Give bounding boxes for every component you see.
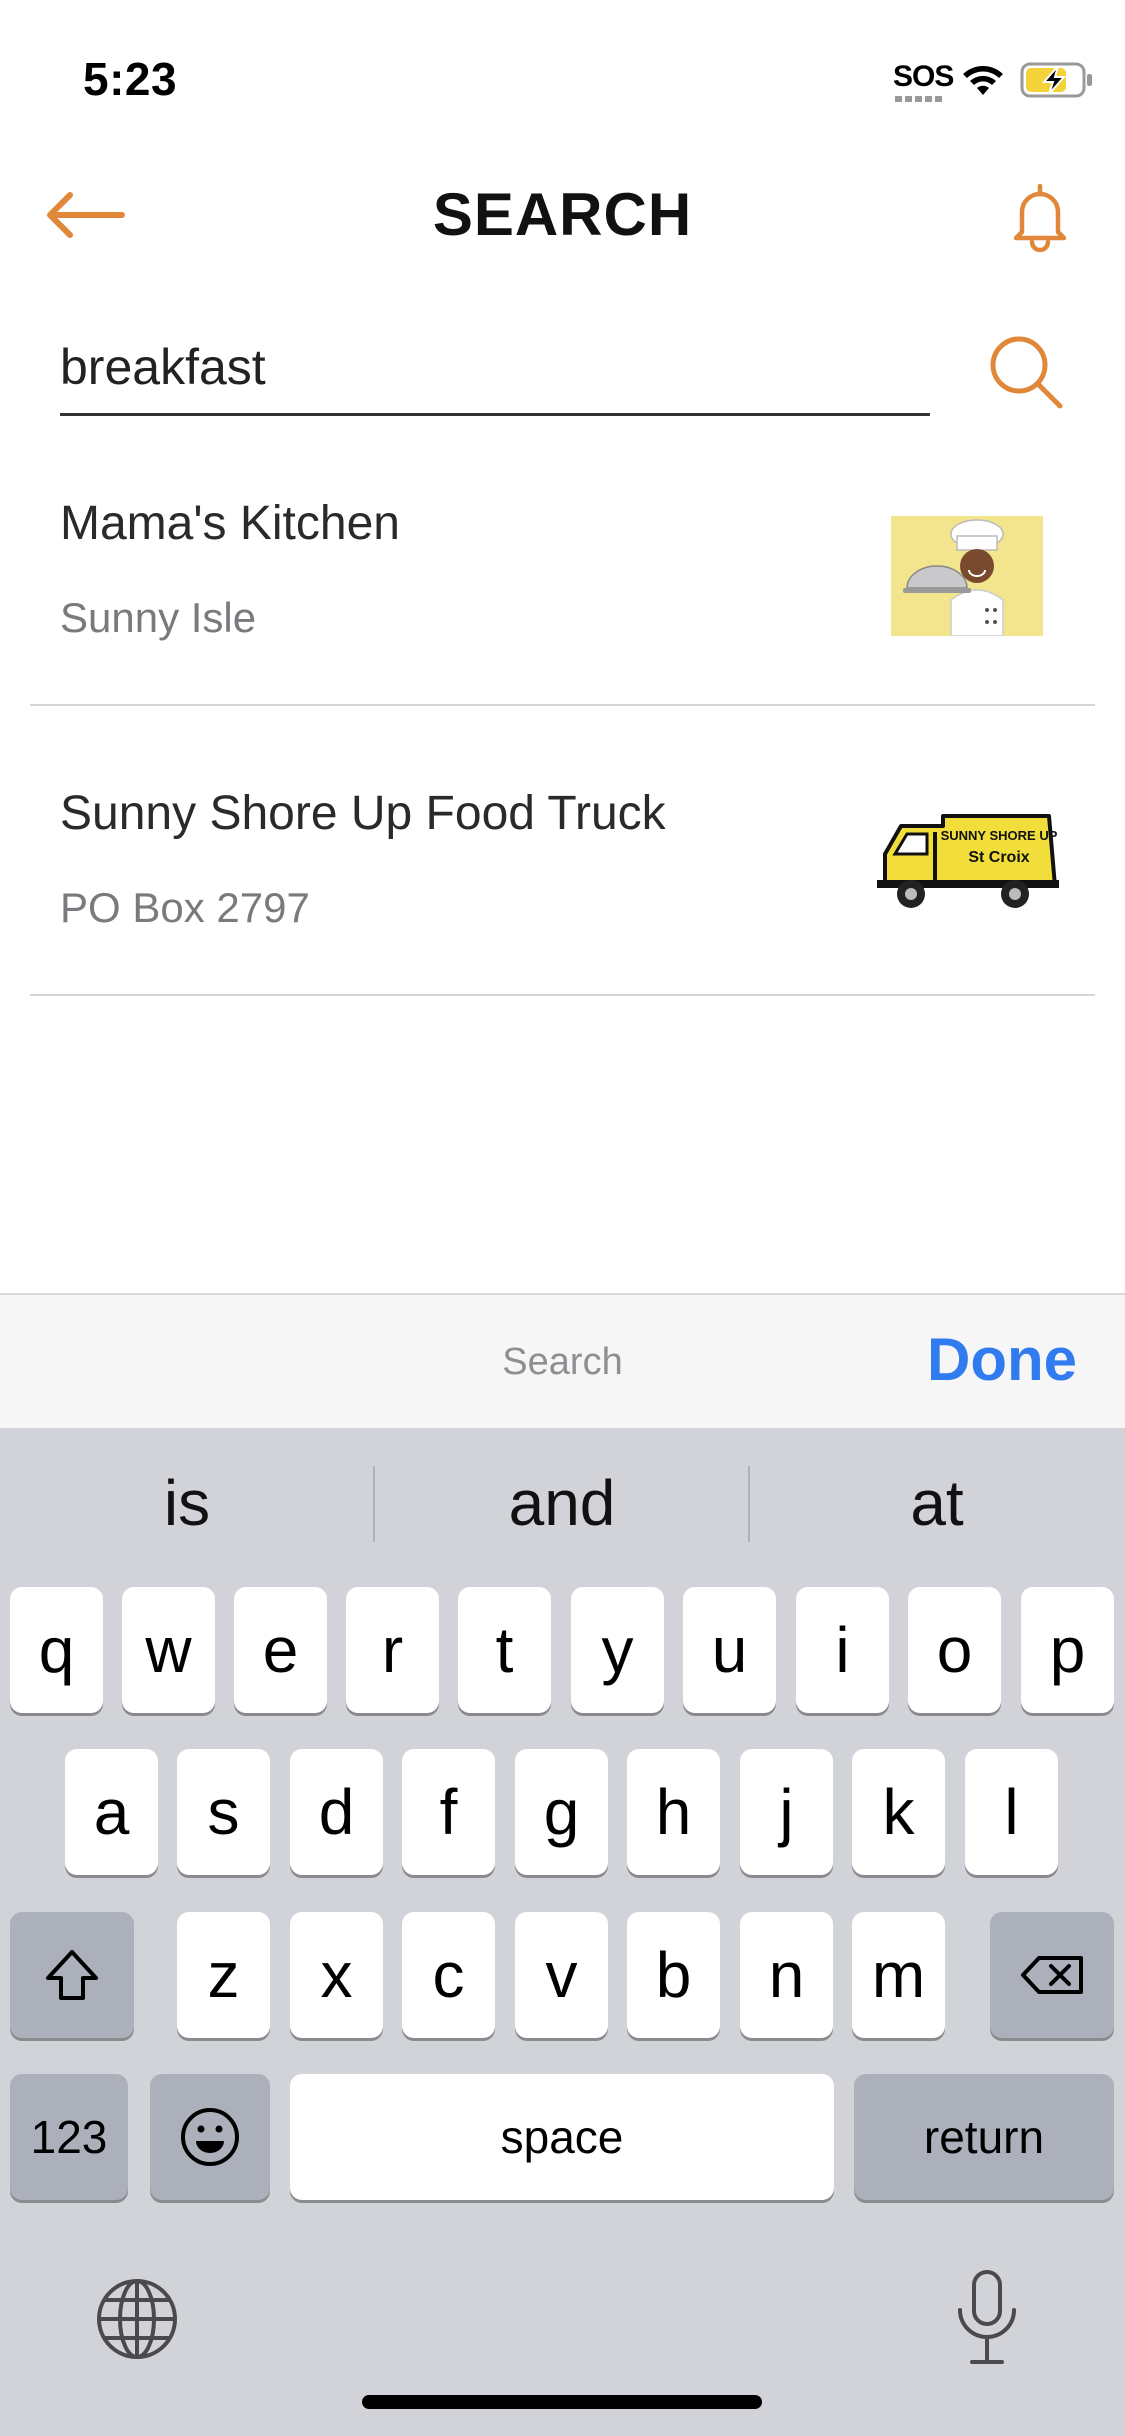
result-name: Sunny Shore Up Food Truck [60,787,666,840]
search-input[interactable] [60,320,930,416]
key-q[interactable]: q [10,1587,103,1713]
key-e[interactable]: e [234,1587,327,1713]
shift-key[interactable] [10,1912,134,2038]
status-bar: 5:23 SOS [0,0,1125,150]
result-subtitle: PO Box 2797 [60,884,310,931]
suggestion-1[interactable]: is [0,1428,374,1578]
key-d[interactable]: d [290,1749,383,1875]
backspace-key[interactable] [990,1912,1114,2038]
key-o[interactable]: o [908,1587,1001,1713]
suggestion-2[interactable]: and [375,1428,749,1578]
globe-icon[interactable] [94,2276,180,2362]
microphone-icon[interactable] [952,2268,1022,2368]
numbers-key[interactable]: 123 [10,2074,128,2200]
key-h[interactable]: h [627,1749,720,1875]
backspace-icon [1021,1956,1083,1994]
keyboard-toolbar: Search Done [0,1293,1125,1428]
key-s[interactable]: s [177,1749,270,1875]
signal-dots-icon [895,96,943,102]
key-k[interactable]: k [852,1749,945,1875]
emoji-icon [181,2108,239,2166]
key-m[interactable]: m [852,1912,945,2038]
battery-charging-icon [1020,62,1092,98]
header: SEARCH [0,150,1125,280]
result-subtitle: Sunny Isle [60,594,257,641]
key-f[interactable]: f [402,1749,495,1875]
space-key[interactable]: space [290,2074,834,2200]
list-item[interactable]: Sunny Shore Up Food Truck PO Box 2797 SU… [30,706,1095,996]
bell-icon[interactable] [1010,180,1070,252]
key-t[interactable]: t [458,1587,551,1713]
truck-text-line-1: SUNNY SHORE UP [941,828,1058,843]
page-title: SEARCH [432,181,693,248]
key-c[interactable]: c [402,1912,495,2038]
key-r[interactable]: r [346,1587,439,1713]
key-j[interactable]: j [740,1749,833,1875]
key-l[interactable]: l [965,1749,1058,1875]
suggestion-3[interactable]: at [750,1428,1124,1578]
key-x[interactable]: x [290,1912,383,2038]
key-a[interactable]: a [65,1749,158,1875]
status-time: 5:23 [83,53,178,105]
list-item[interactable]: Mama's Kitchen Sunny Isle [30,416,1095,706]
key-i[interactable]: i [796,1587,889,1713]
key-u[interactable]: u [683,1587,776,1713]
chef-thumbnail-image [891,516,1043,636]
home-indicator [362,2395,762,2409]
search-icon[interactable] [986,332,1066,412]
key-p[interactable]: p [1021,1587,1114,1713]
food-truck-thumbnail-image: SUNNY SHORE UP St Croix [877,814,1059,908]
wifi-icon [963,66,1003,95]
result-name: Mama's Kitchen [60,497,400,550]
return-key[interactable]: return [854,2074,1114,2200]
done-button[interactable]: Done [927,1325,1077,1394]
key-b[interactable]: b [627,1912,720,2038]
key-n[interactable]: n [740,1912,833,2038]
key-v[interactable]: v [515,1912,608,2038]
shift-arrow-icon [46,1950,98,2000]
emoji-key[interactable] [150,2074,270,2200]
sos-indicator: SOS [893,60,954,93]
key-z[interactable]: z [177,1912,270,2038]
key-g[interactable]: g [515,1749,608,1875]
key-y[interactable]: y [571,1587,664,1713]
key-w[interactable]: w [122,1587,215,1713]
truck-text-line-2: St Croix [968,849,1029,866]
